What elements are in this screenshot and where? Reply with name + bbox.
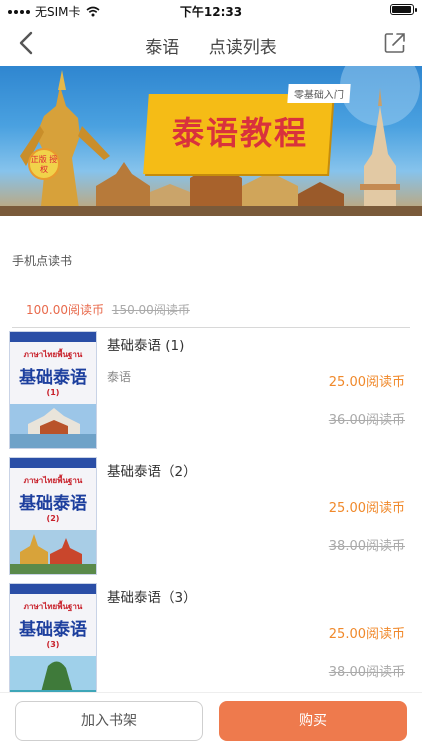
book-tag: 泰语 [107,370,132,384]
book-price-old: 38.00阅读币 [328,665,405,680]
banner-title: 泰语教程 [171,114,308,152]
cover-photo [10,404,96,448]
book-price: 25.00阅读币 [328,375,405,390]
cover-title: 基础泰语 [19,494,87,514]
cover-photo [10,530,96,574]
cover-volume: (3) [46,640,60,649]
book-title: 基础泰语（3） [107,590,197,606]
bundle-price: 100.00阅读币 [26,303,104,317]
buy-button[interactable]: 购买 [219,701,407,741]
status-bar: 无SIM卡 下午12:33 [0,0,422,20]
battery-fill [392,6,411,13]
nav-bar: 泰语 点读列表 [0,20,422,66]
cover-thai-title: ภาษาไทยพื้นฐาน [23,350,83,359]
book-item[interactable]: ภาษาไทยพื้นฐาน 基础泰语 (2) 基础泰语（2） 25.00阅读币… [0,457,422,581]
book-cover: ภาษาไทยพื้นฐาน 基础泰语 (3) [9,583,97,701]
bundle-price-old: 150.00阅读币 [111,303,190,317]
cover-header [10,458,96,468]
status-time: 下午12:33 [179,5,243,19]
book-title: 基础泰语（2） [107,464,197,480]
cover-header [10,332,96,342]
book-price-old: 38.00阅读币 [328,539,405,554]
add-to-shelf-button[interactable]: 加入书架 [15,701,203,741]
share-icon [384,33,405,53]
cover-title: 基础泰语 [19,620,87,640]
nav-title-page: 点读列表 [208,38,277,58]
book-item[interactable]: ภาษาไทยพื้นฐาน 基础泰语 (1) 基础泰语 (1) 泰语 25.0… [0,331,422,455]
book-cover: ภาษาไทยพื้นฐาน 基础泰语 (1) [9,331,97,449]
nav-title: 泰语 点读列表 [0,33,422,58]
banner-subtitle: 零基础入门 [287,84,351,103]
book-item[interactable]: ภาษาไทยพื้นฐาน 基础泰语 (3) 基础泰语（3） 25.00阅读币… [0,583,422,707]
bottom-action-bar: 加入书架 购买 [0,692,422,750]
course-banner: 零基础入门 泰语教程 正版 授权 [0,66,422,216]
divider [12,327,410,328]
cover-volume: (1) [46,388,60,397]
book-price: 25.00阅读币 [328,627,405,642]
cover-volume: (2) [46,514,60,523]
cover-thai-title: ภาษาไทยพื้นฐาน [23,602,83,611]
cover-header [10,584,96,594]
battery-icon [390,4,417,15]
book-price-old: 36.00阅读币 [328,413,405,428]
book-price: 25.00阅读币 [328,501,405,516]
share-button[interactable] [382,30,408,56]
book-title: 基础泰语 (1) [107,338,185,354]
book-cover: ภาษาไทยพื้นฐาน 基础泰语 (2) [9,457,97,575]
cover-title: 基础泰语 [19,368,87,388]
section-label: 手机点读书 [12,254,73,268]
nav-title-language: 泰语 [145,38,180,58]
bundle-price-row: 100.00阅读币 150.00阅读币 [26,301,190,318]
cover-thai-title: ภาษาไทยพื้นฐาน [23,476,83,485]
authorized-badge: 正版 授权 [28,148,60,180]
